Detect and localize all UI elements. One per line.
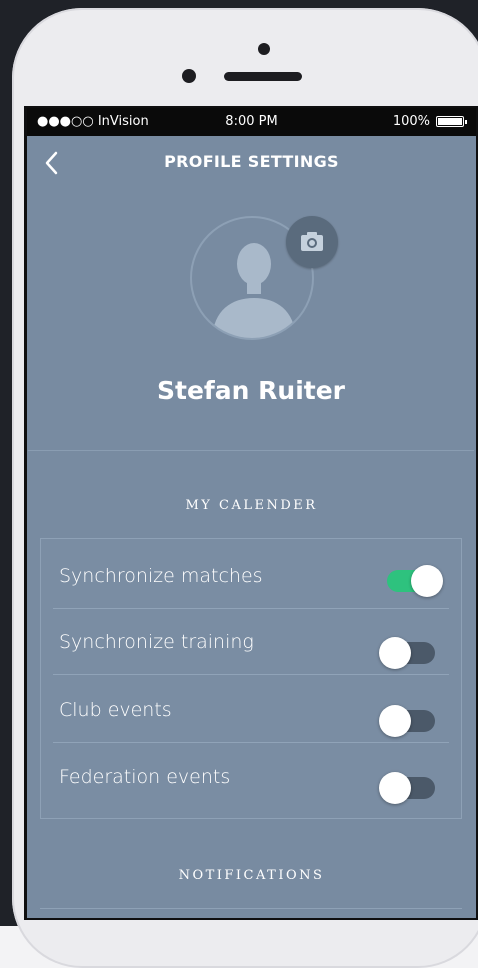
list-item-club-events: Club events [53, 677, 449, 743]
app-screen: ●●●○○ InVision 8:00 PM 100% PROFILE SETT… [27, 108, 476, 918]
calendar-section-title: MY CALENDER [185, 498, 318, 513]
toggle-knob [379, 705, 411, 737]
calendar-settings-card: Synchronize matches Synchronize training… [40, 538, 462, 819]
toggle-knob [379, 772, 411, 804]
list-item-synchronize-matches: Synchronize matches [53, 543, 449, 609]
battery-indicator: 100% [392, 114, 467, 129]
notifications-section-title: NOTIFICATIONS [178, 868, 325, 883]
list-item-synchronize-training: Synchronize training [53, 609, 449, 675]
setting-label: Synchronize training [59, 631, 254, 653]
synchronize-training-toggle[interactable] [379, 637, 435, 669]
proximity-sensor [258, 43, 270, 55]
synchronize-matches-toggle[interactable] [387, 565, 443, 597]
profile-name: Stefan Ruiter [156, 376, 345, 405]
earpiece-speaker [224, 72, 302, 81]
navigation-header: PROFILE SETTINGS [27, 136, 476, 188]
setting-label: Federation events [59, 766, 231, 788]
toggle-knob [411, 565, 443, 597]
setting-label: Club events [59, 699, 172, 721]
change-photo-button[interactable] [286, 216, 338, 268]
battery-icon [436, 116, 467, 127]
notifications-settings-card [40, 908, 462, 918]
page-title: PROFILE SETTINGS [164, 152, 339, 171]
federation-events-toggle[interactable] [379, 772, 435, 804]
front-camera [182, 69, 196, 83]
camera-icon [301, 232, 323, 251]
list-item-federation-events: Federation events [53, 744, 449, 810]
profile-section: Stefan Ruiter [28, 188, 474, 451]
battery-percent: 100% [392, 114, 430, 129]
toggle-knob [379, 637, 411, 669]
status-bar: ●●●○○ InVision 8:00 PM 100% [27, 108, 476, 136]
setting-label: Synchronize matches [59, 565, 263, 587]
club-events-toggle[interactable] [379, 705, 435, 737]
